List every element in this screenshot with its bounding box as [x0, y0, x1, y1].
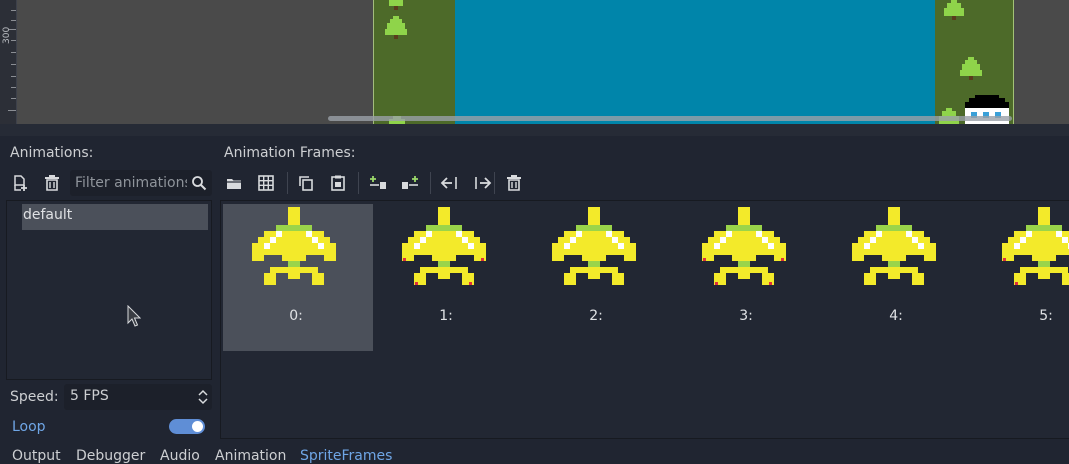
- delete-frame-icon: [507, 175, 521, 191]
- delete-frame-button[interactable]: [503, 172, 525, 194]
- vertical-ruler: 300: [0, 0, 17, 124]
- toggle-knob: [192, 421, 203, 432]
- ship-sprite: [702, 207, 786, 285]
- frame-label: 3:: [739, 308, 753, 324]
- filter-animations-input[interactable]: [75, 173, 187, 193]
- speed-spinbox[interactable]: 5 FPS: [64, 384, 212, 410]
- tree-sprite: [389, 0, 403, 10]
- animations-title: Animations:: [10, 145, 94, 161]
- water: [455, 0, 935, 124]
- new-animation-button[interactable]: [9, 172, 31, 194]
- frame-tile-0[interactable]: 0:: [223, 204, 373, 351]
- mouse-cursor-icon: [127, 305, 141, 327]
- insert-after-icon: [402, 176, 418, 189]
- move-frame-left-button[interactable]: [439, 172, 461, 194]
- toolbar-separator: [358, 172, 359, 194]
- canvas-viewport[interactable]: 300: [0, 0, 1069, 124]
- frames-grid[interactable]: 0: 1: 2: 3: 4: 5:: [220, 200, 1069, 439]
- frame-label: 1:: [439, 308, 453, 324]
- ship-sprite: [252, 207, 336, 285]
- ship-sprite: [1002, 207, 1069, 285]
- new-animation-icon: [14, 175, 27, 191]
- move-frame-right-button[interactable]: [471, 172, 493, 194]
- load-from-sprite-sheet-button[interactable]: [255, 172, 277, 194]
- tab-debugger[interactable]: Debugger: [76, 448, 145, 464]
- frame-tile-2[interactable]: 2:: [523, 204, 673, 351]
- tree-sprite: [385, 16, 407, 39]
- filter-animations-field[interactable]: [70, 170, 212, 196]
- spinner-arrows-icon[interactable]: [198, 389, 208, 405]
- animation-list[interactable]: default: [6, 200, 212, 380]
- paste-frame-button[interactable]: [327, 172, 349, 194]
- insert-before-button[interactable]: [367, 172, 389, 194]
- move-left-icon: [440, 177, 457, 189]
- horizontal-scrollbar[interactable]: [328, 116, 1012, 121]
- copy-frame-button[interactable]: [295, 172, 317, 194]
- frame-label: 2:: [589, 308, 603, 324]
- speed-label: Speed:: [10, 389, 59, 405]
- animation-frames-title: Animation Frames:: [224, 145, 356, 161]
- tab-animation[interactable]: Animation: [215, 448, 286, 464]
- camera-bound-left: [373, 0, 374, 124]
- search-icon: [192, 176, 207, 191]
- copy-icon: [299, 176, 313, 191]
- frame-label: 0:: [289, 308, 303, 324]
- trash-icon: [45, 175, 59, 191]
- frame-tile-1[interactable]: 1:: [373, 204, 523, 351]
- speed-value: 5 FPS: [70, 388, 109, 404]
- frame-label: 5:: [1039, 308, 1053, 324]
- bottom-panel-tabs: Output Debugger Audio Animation SpriteFr…: [0, 444, 1069, 464]
- ruler-label: 300: [2, 26, 12, 44]
- toolbar-separator: [430, 172, 431, 194]
- toolbar-separator: [287, 172, 288, 194]
- toolbar-separator: [494, 172, 495, 194]
- tab-spriteframes[interactable]: SpriteFrames: [300, 448, 392, 464]
- frame-label: 4:: [889, 308, 903, 324]
- frame-tile-3[interactable]: 3:: [673, 204, 823, 351]
- ship-sprite: [552, 207, 636, 285]
- camera-bound-right: [1013, 0, 1014, 124]
- move-right-icon: [475, 177, 492, 189]
- loop-toggle[interactable]: [169, 419, 205, 434]
- loop-label: Loop: [12, 419, 46, 435]
- delete-animation-button[interactable]: [41, 172, 63, 194]
- tree-sprite: [944, 0, 964, 20]
- tree-sprite: [960, 57, 982, 80]
- insert-before-icon: [370, 176, 386, 189]
- tab-audio[interactable]: Audio: [160, 448, 200, 464]
- ship-sprite: [402, 207, 486, 285]
- animation-item-default[interactable]: default: [22, 204, 208, 230]
- ship-sprite: [852, 207, 936, 285]
- panel-splitter[interactable]: [0, 124, 1069, 136]
- paste-icon: [331, 175, 345, 191]
- frame-tile-5[interactable]: 5:: [973, 204, 1069, 351]
- load-from-file-button[interactable]: [223, 172, 245, 194]
- tab-output[interactable]: Output: [12, 448, 61, 464]
- load-from-sprite-sheet-icon: [258, 175, 274, 191]
- frame-tile-4[interactable]: 4:: [823, 204, 973, 351]
- load-from-file-icon: [227, 179, 241, 189]
- insert-after-button[interactable]: [399, 172, 421, 194]
